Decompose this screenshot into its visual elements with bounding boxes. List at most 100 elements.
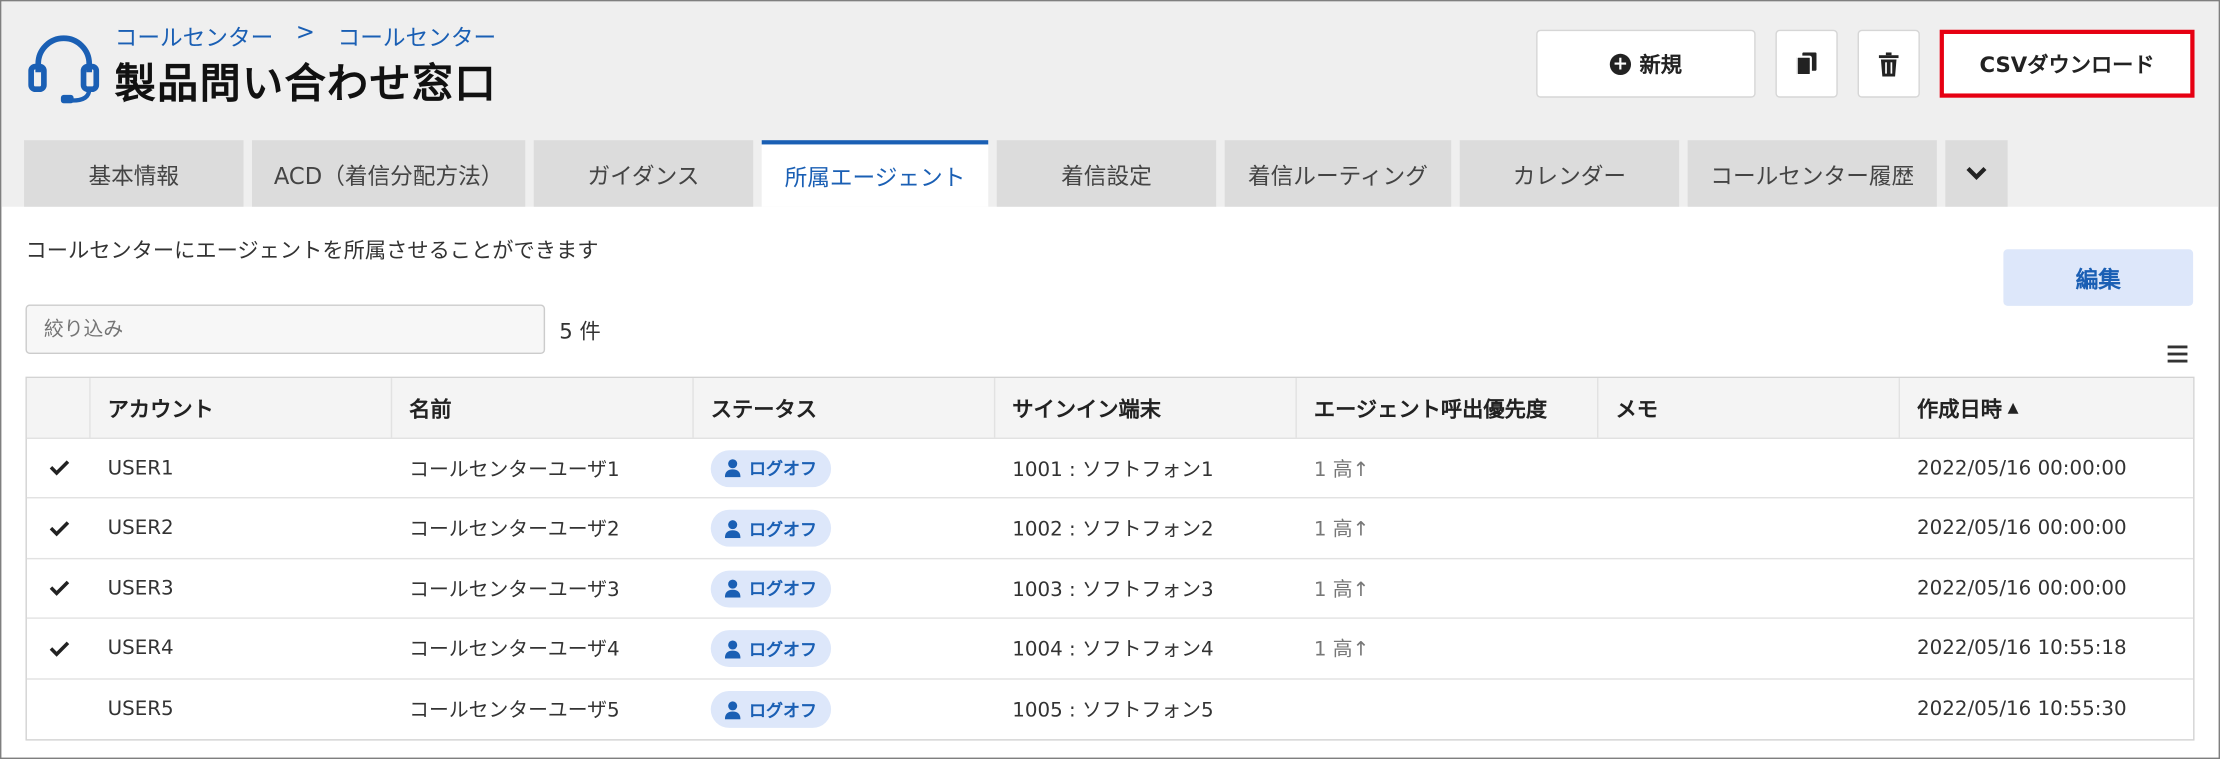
- cell-name: コールセンターユーザ2: [409, 518, 620, 541]
- column-header-check: [27, 378, 91, 438]
- column-header-name[interactable]: 名前: [392, 378, 694, 438]
- table-header-row: アカウント 名前 ステータス サインイン端末 エージェント呼出優先度 メモ 作成…: [26, 378, 2194, 439]
- cell-priority: [1297, 680, 1599, 739]
- status-label: ログオフ: [748, 579, 817, 599]
- cell-created: 2022/05/16 00:00:00: [1917, 516, 2127, 540]
- cell-device: 1004 : ソフトフォン4: [1012, 638, 1214, 662]
- tab-callcenter-history[interactable]: コールセンター履歴: [1687, 140, 1937, 207]
- status-badge: ログオフ: [710, 691, 832, 728]
- row-check: [27, 680, 91, 739]
- row-check: [27, 559, 91, 617]
- cell-created: 2022/05/16 00:00:00: [1917, 577, 2127, 600]
- cell-created: 2022/05/16 00:00:00: [1917, 456, 2127, 480]
- new-button[interactable]: + 新規: [1536, 29, 1756, 98]
- cell-account: USER1: [107, 456, 174, 480]
- cell-status: ログオフ: [694, 499, 996, 557]
- cell-memo: [1598, 680, 1900, 739]
- cell-device: 1005 : ソフトフォン5: [1012, 699, 1214, 723]
- cell-memo: [1598, 620, 1900, 678]
- row-check: [27, 620, 91, 678]
- cell-status: ログオフ: [694, 680, 996, 739]
- breadcrumb: コールセンター > コールセンター: [115, 18, 496, 52]
- check-icon: [49, 640, 69, 657]
- cell-account: USER4: [107, 637, 174, 660]
- table-row[interactable]: USER1 コールセンターユーザ1 ログオフ 1001 : ソフトフォン1 1 高↑ 20…: [26, 439, 2194, 499]
- tabs-more-button[interactable]: [1945, 140, 2008, 207]
- edit-button[interactable]: 編集: [2003, 249, 2194, 306]
- cell-priority: 1 高↑: [1313, 578, 1370, 602]
- cell-priority: 1 高↑: [1313, 518, 1370, 541]
- header-bar: コールセンター > コールセンター 製品問い合わせ窓口 + 新規 CSVダウンロ…: [1, 1, 2219, 207]
- cell-device: 1002 : ソフトフォン2: [1012, 518, 1214, 541]
- table-row[interactable]: USER4 コールセンターユーザ4 ログオフ 1004 : ソフトフォン4 1 高↑ 20…: [26, 620, 2194, 679]
- csv-download-button[interactable]: CSVダウンロード: [1939, 29, 2195, 98]
- cell-priority: 1 高↑: [1313, 458, 1370, 481]
- description-text: コールセンターにエージェントを所属させることができます: [25, 237, 599, 264]
- cell-device: 1001 : ソフトフォン1: [1012, 458, 1214, 481]
- user-icon: [724, 519, 741, 538]
- check-icon: [49, 520, 69, 536]
- column-header-created-label: 作成日時: [1917, 395, 2002, 422]
- filter-input[interactable]: [25, 304, 546, 355]
- trash-icon: [1878, 51, 1899, 76]
- cell-name: コールセンターユーザ3: [409, 578, 620, 602]
- cell-account: USER3: [107, 577, 174, 600]
- page-title: 製品問い合わせ窓口: [114, 59, 497, 108]
- row-check: [27, 499, 91, 557]
- tab-acd[interactable]: ACD（着信分配方法）: [252, 140, 526, 207]
- cell-memo: [1598, 439, 1900, 497]
- user-icon: [724, 700, 741, 719]
- status-label: ログオフ: [748, 639, 817, 660]
- row-check: [27, 439, 91, 497]
- status-label: ログオフ: [748, 700, 817, 721]
- user-icon: [724, 579, 741, 598]
- check-icon: [49, 580, 69, 596]
- delete-button[interactable]: [1857, 29, 1920, 98]
- new-button-label: 新規: [1639, 51, 1682, 78]
- breadcrumb-link[interactable]: コールセンター: [115, 18, 274, 52]
- tab-incoming-settings[interactable]: 着信設定: [996, 140, 1217, 207]
- column-header-created[interactable]: 作成日時 ▲: [1900, 378, 2193, 437]
- cell-device: 1003 : ソフトフォン3: [1012, 578, 1214, 602]
- breadcrumb-separator: >: [295, 18, 315, 46]
- result-count: 5 件: [559, 318, 601, 345]
- status-badge: ログオフ: [710, 569, 832, 607]
- table-row[interactable]: USER3 コールセンターユーザ3 ログオフ 1003 : ソフトフォン3 1 高↑ 20…: [26, 559, 2194, 619]
- column-header-account[interactable]: アカウント: [91, 378, 393, 438]
- user-icon: [724, 639, 741, 658]
- cell-memo: [1598, 559, 1900, 617]
- status-label: ログオフ: [748, 458, 817, 479]
- status-label: ログオフ: [748, 518, 817, 539]
- column-menu-icon[interactable]: [2167, 345, 2188, 364]
- status-badge: ログオフ: [710, 449, 832, 487]
- column-header-status[interactable]: ステータス: [694, 378, 996, 438]
- column-header-device[interactable]: サインイン端末: [995, 378, 1297, 438]
- table-row[interactable]: USER2 コールセンターユーザ2 ログオフ 1002 : ソフトフォン2 1 高↑ 20…: [26, 499, 2194, 559]
- tab-agents[interactable]: 所属エージェント: [761, 140, 989, 207]
- cell-name: コールセンターユーザ5: [409, 699, 620, 723]
- column-header-priority[interactable]: エージェント呼出優先度: [1297, 378, 1599, 438]
- column-header-memo[interactable]: メモ: [1598, 378, 1901, 438]
- table-row[interactable]: USER5 コールセンターユーザ5 ログオフ 1005 : ソフトフォン5 2022/0…: [27, 680, 2193, 739]
- copy-button[interactable]: [1775, 29, 1838, 98]
- cell-account: USER2: [107, 516, 174, 540]
- agents-table: アカウント 名前 ステータス サインイン端末 エージェント呼出優先度 メモ 作成…: [25, 376, 2195, 741]
- check-icon: [49, 460, 69, 476]
- breadcrumb-link[interactable]: コールセンター: [338, 18, 497, 52]
- cell-status: ログオフ: [694, 620, 996, 678]
- tab-calendar[interactable]: カレンダー: [1459, 140, 1680, 207]
- tab-guidance[interactable]: ガイダンス: [533, 140, 754, 207]
- status-badge: ログオフ: [710, 630, 832, 667]
- cell-memo: [1598, 499, 1900, 557]
- headset-icon: [28, 35, 100, 104]
- cell-name: コールセンターユーザ4: [409, 638, 620, 662]
- tab-basic-info[interactable]: 基本情報: [24, 140, 244, 207]
- tab-incoming-routing[interactable]: 着信ルーティング: [1224, 140, 1452, 207]
- plus-circle-icon: +: [1609, 53, 1632, 75]
- cell-status: ログオフ: [694, 439, 996, 497]
- chevron-down-icon: [1966, 167, 1987, 181]
- cell-priority: 1 高↑: [1313, 638, 1370, 662]
- app-window: コールセンター > コールセンター 製品問い合わせ窓口 + 新規 CSVダウンロ…: [0, 0, 2220, 759]
- user-icon: [724, 459, 741, 478]
- cell-name: コールセンターユーザ1: [409, 458, 620, 481]
